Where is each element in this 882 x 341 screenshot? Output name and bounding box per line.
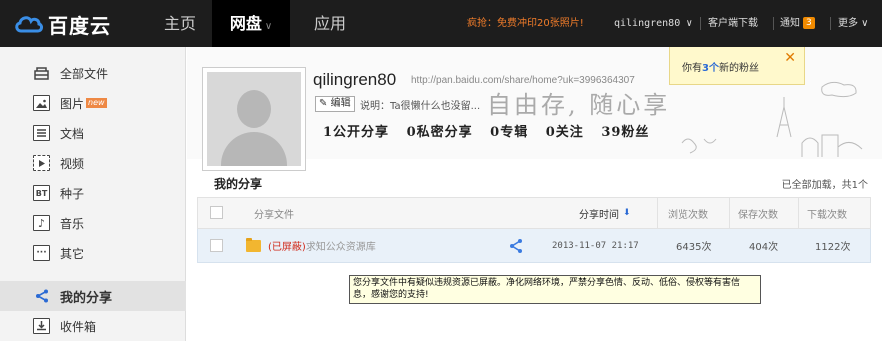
music-icon: ♪ <box>33 215 50 231</box>
divider <box>798 198 799 228</box>
blocked-status: (已屏蔽) <box>268 242 306 253</box>
chevron-down-icon: ∨ <box>264 21 273 32</box>
sidebar-item-other[interactable]: ··· 其它 <box>0 238 186 268</box>
sidebar-item-label: 我的分享 <box>60 290 113 306</box>
avatar[interactable] <box>202 67 306 171</box>
divider <box>773 17 774 30</box>
notification-label: 通知 <box>780 18 800 29</box>
close-icon[interactable]: ✕ <box>784 50 796 66</box>
sidebar-item-all-files[interactable]: 全部文件 <box>0 58 186 88</box>
folder-icon <box>33 65 50 81</box>
notice-suffix: 新的粉丝 <box>718 63 759 74</box>
sidebar-item-label: 收件箱 <box>60 319 97 334</box>
logo-text: 百度云 <box>48 13 111 38</box>
nav-netdisk-label: 网盘 <box>229 14 262 33</box>
new-followers-notice[interactable]: 你有3个新的粉丝 ✕ <box>669 47 805 85</box>
inbox-icon <box>33 318 50 334</box>
save-count: 404次 <box>749 242 779 253</box>
folder-icon <box>246 237 261 252</box>
city-sketch-decoration <box>681 81 863 157</box>
user-menu[interactable]: qilingren80 ∨ <box>614 0 692 47</box>
row-checkbox[interactable] <box>210 238 223 252</box>
profile-header: qilingren80 http://pan.baidu.com/share/h… <box>187 47 882 171</box>
blocked-content-tooltip: 您分享文件中有疑似违规资源已屏蔽。净化网络环境，严禁分享色情、反动、低俗、侵权等… <box>349 275 761 304</box>
sidebar-item-videos[interactable]: 视频 <box>0 148 186 178</box>
sidebar-item-torrents[interactable]: BT 种子 <box>0 178 186 208</box>
share-file-name: 求知公众资源库 <box>305 242 376 253</box>
sidebar-item-label: 文档 <box>60 126 85 141</box>
more-menu[interactable]: 更多 ∨ <box>838 0 869 47</box>
video-icon <box>33 155 50 171</box>
divider <box>657 198 658 228</box>
column-header-views[interactable]: 浏览次数 <box>668 198 708 228</box>
table-row[interactable]: (已屏蔽) 求知公众资源库 2013-11-07 21:17 6435次 404… <box>197 229 871 263</box>
share-icon[interactable] <box>509 238 523 254</box>
sidebar-item-music[interactable]: ♪ 音乐 <box>0 208 186 238</box>
stat-following[interactable]: 0关注 <box>546 125 584 140</box>
edit-description-button[interactable]: ✎ 编辑 <box>315 96 355 112</box>
new-badge: new <box>86 98 107 108</box>
baidu-cloud-logo[interactable]: 百度云 <box>14 10 111 38</box>
edit-icon: ✎ <box>319 98 328 109</box>
nav-netdisk[interactable]: 网盘 ∨ <box>212 0 290 47</box>
sidebar-item-label: 全部文件 <box>60 66 109 81</box>
nav-home[interactable]: 主页 <box>148 0 212 47</box>
sidebar-item-inbox[interactable]: 收件箱 <box>0 311 186 341</box>
notice-count: 3个 <box>702 63 719 74</box>
sidebar-item-label: 其它 <box>60 246 85 261</box>
view-count: 6435次 <box>676 242 712 253</box>
column-header-saves[interactable]: 保存次数 <box>738 198 778 228</box>
share-file-cell[interactable]: (已屏蔽) 求知公众资源库 <box>246 229 376 262</box>
top-bar: 百度云 主页 网盘 ∨ 应用 疯抢：免费冲印20张照片! qilingren80 … <box>0 0 882 47</box>
sidebar-item-images[interactable]: 图片 new <box>0 88 186 118</box>
column-header-downloads[interactable]: 下载次数 <box>807 198 847 228</box>
column-header-time-label: 分享时间 <box>579 209 619 221</box>
main-content: qilingren80 http://pan.baidu.com/share/h… <box>187 47 882 341</box>
loaded-status: 已全部加载，共1个 <box>781 180 868 191</box>
sidebar-item-label: 图片 <box>60 96 85 111</box>
sort-down-icon: ⬇ <box>623 208 631 218</box>
select-all-checkbox[interactable] <box>210 206 223 219</box>
client-download-link[interactable]: 客户端下载 <box>708 0 758 47</box>
divider <box>830 17 831 30</box>
profile-stats: 1公开分享 0私密分享 0专辑 0关注 39粉丝 <box>323 121 661 140</box>
sidebar-item-label: 视频 <box>60 156 85 171</box>
promo-link[interactable]: 疯抢：免费冲印20张照片! <box>467 0 584 47</box>
bt-icon: BT <box>33 185 50 201</box>
sidebar-item-label: 音乐 <box>60 216 85 231</box>
section-title: 我的分享 <box>214 177 263 191</box>
slogan-text: 自由存, 随心享 <box>487 91 671 119</box>
profile-description: 说明：Ta很懒什么也没留... <box>360 101 481 112</box>
nav-apps[interactable]: 应用 <box>300 0 360 47</box>
sidebar-item-documents[interactable]: 文档 <box>0 118 186 148</box>
divider <box>700 17 701 30</box>
stat-private-shares[interactable]: 0私密分享 <box>407 125 473 140</box>
image-icon <box>33 95 50 111</box>
stat-followers[interactable]: 39粉丝 <box>601 125 649 140</box>
notification-link[interactable]: 通知 3 <box>780 0 815 47</box>
edit-button-label: 编辑 <box>330 98 351 109</box>
stat-public-shares[interactable]: 1公开分享 <box>323 125 389 140</box>
cloud-logo-icon <box>15 16 43 33</box>
notification-count-badge: 3 <box>803 17 815 29</box>
table-header: 分享文件 分享时间 ⬇ 浏览次数 保存次数 下载次数 <box>197 197 871 229</box>
share-time: 2013-11-07 21:17 <box>552 240 639 251</box>
profile-username: qilingren80 <box>313 70 397 89</box>
stat-albums[interactable]: 0专辑 <box>490 125 528 140</box>
sidebar-item-my-shares[interactable]: 我的分享 <box>0 281 186 311</box>
notice-prefix: 你有 <box>682 63 702 74</box>
share-icon <box>33 288 50 304</box>
column-header-file: 分享文件 <box>254 209 294 221</box>
document-icon <box>33 125 50 141</box>
sidebar-item-label: 种子 <box>60 186 85 201</box>
sidebar: 全部文件 图片new 文档 视频 BT 种子 ♪ 音乐 ··· 其它 我的分享 <box>0 47 186 341</box>
default-avatar-icon <box>207 72 301 166</box>
other-icon: ··· <box>33 245 50 261</box>
column-header-time[interactable]: 分享时间 ⬇ <box>579 198 631 228</box>
download-count: 1122次 <box>815 242 851 253</box>
divider <box>729 198 730 228</box>
